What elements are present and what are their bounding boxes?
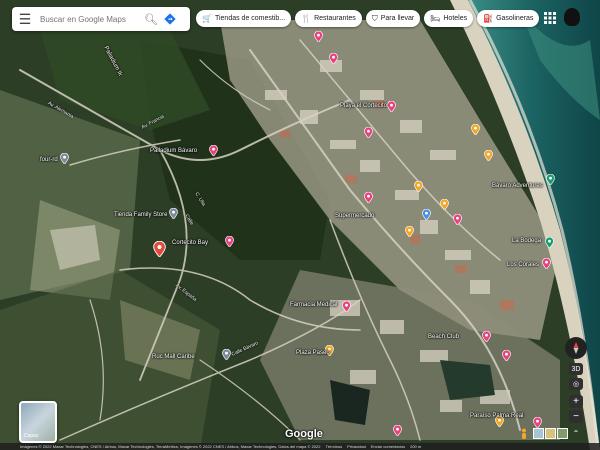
place-pin-icon[interactable] [545, 172, 555, 186]
satellite-map[interactable] [0, 0, 600, 450]
search-box[interactable]: ☰ 🔍︎ [12, 7, 190, 31]
pegman-icon[interactable] [519, 428, 529, 440]
map-layers-button[interactable]: Capas [19, 401, 57, 443]
apps-grid-icon[interactable] [543, 11, 557, 25]
gas-station-icon: ⛽ [483, 14, 494, 23]
place-label: Los Corales [507, 262, 540, 268]
terms-link[interactable]: Términos [325, 444, 342, 449]
place-pin-icon[interactable] [363, 190, 373, 204]
expand-icon[interactable]: ⌃ [570, 427, 582, 439]
attribution-bar: Imágenes © 2022 Maxar Technologies, CNES… [0, 443, 600, 450]
my-location-icon[interactable]: ◎ [569, 378, 583, 390]
place-label: Supermercado [335, 213, 375, 219]
chip-groceries[interactable]: 🛒 Tiendas de comestib... [196, 10, 292, 27]
layers-label: Capas [24, 433, 39, 439]
takeout-icon: ⛉ [371, 13, 378, 23]
place-label: Ruc Mall Caribe [152, 354, 195, 360]
place-pin-icon[interactable] [439, 197, 449, 211]
place-pin-icon[interactable] [532, 415, 542, 429]
place-pin-icon[interactable] [541, 256, 551, 270]
3d-toggle-button[interactable]: 3D [569, 363, 583, 375]
place-label: Paraíso Palma Real [470, 413, 524, 419]
place-label: Cortecito Bay [172, 240, 209, 246]
zoom-in-button[interactable]: + [569, 395, 583, 408]
place-pin-icon[interactable] [421, 207, 431, 221]
place-pin-icon[interactable] [481, 329, 491, 343]
location-pin-icon[interactable] [152, 240, 166, 258]
scale-label: 200 m [410, 444, 422, 449]
place-pin-icon[interactable] [386, 99, 396, 113]
directions-icon[interactable] [160, 13, 180, 25]
chip-restaurants[interactable]: 🍴 Restaurantes [295, 10, 362, 27]
place-pin-icon[interactable] [544, 235, 554, 249]
thumbnail[interactable] [533, 428, 544, 439]
place-pin-icon[interactable] [392, 423, 402, 437]
search-input[interactable] [38, 13, 142, 25]
chip-hotels[interactable]: 🛏 Hoteles [424, 10, 474, 27]
place-label: Bávaro Adventures [492, 183, 543, 189]
chip-gas-stations[interactable]: ⛽ Gasolineras [477, 10, 540, 27]
place-pin-icon[interactable] [341, 299, 351, 313]
place-pin-icon[interactable] [224, 234, 234, 248]
place-label: Tienda Family Store [114, 212, 168, 218]
place-label: four-rd [40, 157, 58, 163]
place-label: La Bodega [512, 238, 542, 244]
attribution-text: Imágenes © 2022 Maxar Technologies, CNES… [20, 444, 321, 449]
shopping-cart-icon: 🛒 [202, 14, 212, 23]
thumbnail[interactable] [545, 428, 556, 439]
chip-label: Hoteles [443, 15, 468, 22]
avatar[interactable] [564, 8, 580, 26]
place-pin-icon[interactable] [413, 179, 423, 193]
restaurant-icon: 🍴 [301, 14, 312, 23]
place-pin-icon[interactable] [483, 148, 493, 162]
place-label: Plaza Paseo [296, 350, 330, 356]
google-logo: Google [285, 428, 323, 440]
place-label: Farmacia Medical [290, 302, 338, 308]
place-pin-icon[interactable] [470, 122, 480, 136]
category-chips: 🛒 Tiendas de comestib... 🍴 Restaurantes ⛉ P… [196, 10, 540, 27]
chip-label: Tiendas de comestib... [214, 15, 286, 22]
place-pin-icon[interactable] [328, 51, 338, 65]
hotel-icon: 🛏 [430, 14, 441, 23]
search-icon[interactable]: 🔍︎ [142, 13, 160, 26]
place-pin-icon[interactable] [501, 348, 511, 362]
thumbnail[interactable] [557, 428, 568, 439]
chip-label: Gasolineras [496, 15, 534, 22]
compass-icon[interactable] [565, 337, 587, 359]
place-pin-icon[interactable] [208, 143, 218, 157]
place-pin-icon[interactable] [168, 206, 178, 220]
menu-icon[interactable]: ☰ [12, 11, 38, 28]
place-label: Palladium Bávaro [150, 148, 198, 154]
place-pin-icon[interactable] [452, 212, 462, 226]
place-pin-icon[interactable] [221, 347, 231, 361]
place-pin-icon[interactable] [59, 151, 69, 165]
chip-label: Para llevar [380, 15, 415, 22]
place-pin-icon[interactable] [363, 125, 373, 139]
place-pin-icon[interactable] [404, 224, 414, 238]
imagery-thumbnails[interactable] [533, 428, 568, 439]
place-pin-icon[interactable] [313, 29, 323, 43]
place-label: Playa el Cortecito [340, 103, 388, 109]
chip-label: Restaurantes [314, 15, 356, 22]
privacy-link[interactable]: Privacidad [347, 444, 366, 449]
zoom-out-button[interactable]: − [569, 410, 583, 423]
place-label: Beach Club [428, 334, 460, 340]
feedback-link[interactable]: Enviar comentarios [371, 444, 405, 449]
chip-takeout[interactable]: ⛉ Para llevar [365, 10, 421, 27]
